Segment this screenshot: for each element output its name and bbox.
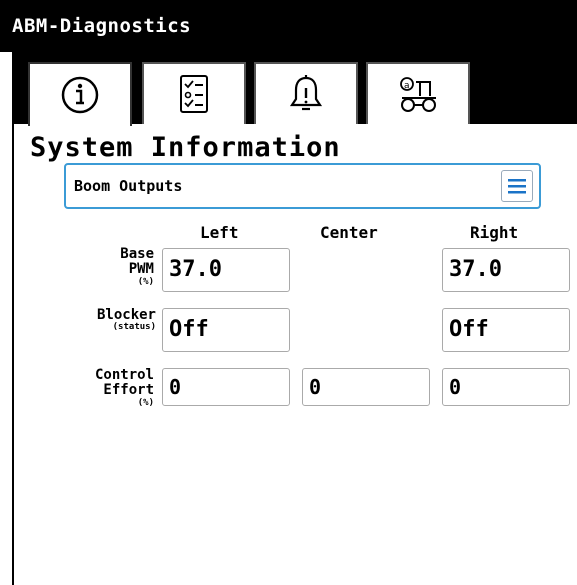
checklist-icon — [180, 75, 208, 113]
app-title: ABM-Diagnostics — [12, 15, 192, 37]
control-effort-label: Control Effort (%) — [44, 367, 154, 409]
selector-value: Boom Outputs — [74, 177, 183, 195]
tab-strip: a — [14, 52, 577, 126]
control-effort-center-value: 0 — [302, 368, 430, 406]
tab-checklist[interactable] — [142, 62, 246, 124]
base-pwm-right-value: 37.0 — [442, 248, 570, 292]
blocker-right-value: Off — [442, 308, 570, 352]
blocker-left-value: Off — [162, 308, 290, 352]
column-right-header: Right — [470, 223, 519, 242]
control-effort-left-value: 0 — [162, 368, 290, 406]
selector-menu-button[interactable] — [501, 170, 533, 202]
info-icon — [61, 76, 99, 114]
app-title-bar: ABM-Diagnostics — [0, 0, 577, 52]
base-pwm-unit: (%) — [137, 276, 154, 287]
blocker-unit: (status) — [112, 322, 156, 333]
page-title: System Information — [30, 132, 341, 163]
base-pwm-label-line2: PWM — [128, 261, 154, 278]
tractor-icon: a — [400, 77, 436, 112]
control-effort-label-line2: Effort — [103, 382, 154, 399]
content-area: a System Information Boom Outputs Left C… — [12, 52, 577, 585]
menu-icon — [508, 179, 526, 194]
tab-machine[interactable]: a — [366, 62, 470, 124]
tab-info[interactable] — [28, 62, 132, 126]
column-left-header: Left — [200, 223, 239, 242]
control-effort-right-value: 0 — [442, 368, 570, 406]
column-center-header: Center — [320, 223, 378, 242]
control-effort-unit: (%) — [137, 397, 154, 408]
base-pwm-label-line1: Base — [120, 246, 154, 262]
base-pwm-left-value: 37.0 — [162, 248, 290, 292]
blocker-label: Blocker (status) — [34, 307, 156, 333]
diagnostics-screen: ABM-Diagnostics a System Information Boo… — [0, 0, 577, 585]
control-effort-label-line1: Control — [94, 367, 154, 383]
tab-alerts[interactable] — [254, 62, 358, 124]
base-pwm-label: Base PWM (%) — [54, 246, 154, 288]
section-selector[interactable]: Boom Outputs — [64, 163, 541, 209]
blocker-label-text: Blocker — [96, 307, 156, 323]
bell-icon — [289, 75, 323, 111]
svg-text:a: a — [404, 81, 410, 91]
